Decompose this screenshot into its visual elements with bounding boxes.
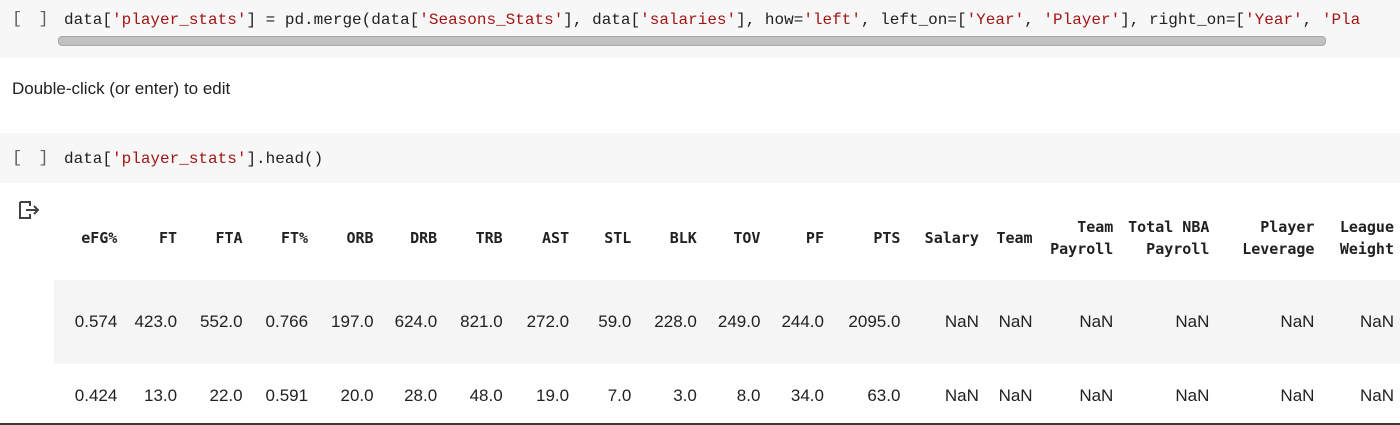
- dataframe-table: eFG% FT FTA FT% ORB DRB TRB AST STL BLK TOV PF PTS Sa…: [54, 196, 1400, 425]
- table-cell: 423.0: [123, 280, 184, 364]
- table-cell: 0.424: [74, 386, 118, 405]
- table-row: 0.424 13.0 22.0 0.591 20.0 28.0 48.0 19.0 7.0 3.0…: [54, 364, 1400, 425]
- column-header: STL: [604, 229, 632, 247]
- table-cell: 19.0: [536, 386, 570, 405]
- column-header: TOV: [733, 229, 761, 247]
- run-cell-button[interactable]: [ ]: [12, 10, 52, 29]
- table-cell: 8.0: [736, 386, 761, 405]
- column-header: FT: [159, 229, 178, 247]
- horizontal-scrollbar[interactable]: [58, 36, 1326, 46]
- code-string: 'player_stats': [112, 11, 247, 29]
- table-cell: 28.0: [404, 386, 438, 405]
- table-row: 0.574 423.0 552.0 0.766 197.0 624.0 821.0 272.0…: [54, 280, 1400, 364]
- code-token: ], right_on=[: [1120, 11, 1246, 29]
- code-string: 'Seasons_Stats': [419, 11, 564, 29]
- table-cell: NaN: [1119, 280, 1216, 364]
- table-cell: 63.0: [867, 386, 901, 405]
- table-cell: 624.0: [379, 280, 444, 364]
- run-cell-button[interactable]: [ ]: [12, 149, 52, 168]
- table-header-row: eFG% FT FTA FT% ORB DRB TRB AST STL BLK TOV PF PTS Sa…: [54, 196, 1400, 280]
- table-cell: 552.0: [183, 280, 249, 364]
- column-header: Total NBA Payroll: [1128, 218, 1210, 258]
- code-string: 'Year': [966, 11, 1025, 29]
- code-token: ,: [1024, 11, 1044, 29]
- table-cell: 34.0: [790, 386, 824, 405]
- table-cell: NaN: [944, 386, 979, 405]
- code-editor[interactable]: data['player_stats'] = pd.merge(data['Se…: [64, 11, 1360, 29]
- code-token: ,: [1302, 11, 1322, 29]
- column-header: TRB: [475, 229, 503, 247]
- code-cell-merge[interactable]: [ ] data['player_stats'] = pd.merge(data…: [0, 0, 1400, 58]
- code-token: data[: [64, 150, 113, 168]
- table-cell: 2095.0: [829, 280, 907, 364]
- column-header: eFG%: [81, 229, 118, 247]
- column-header: FTA: [215, 229, 243, 247]
- column-header: ORB: [346, 229, 374, 247]
- code-token: ].head(): [246, 150, 324, 168]
- column-header: PTS: [873, 229, 901, 247]
- code-token: ], data[: [563, 11, 641, 29]
- code-cell-head[interactable]: [ ] data['player_stats'].head(): [0, 133, 1400, 183]
- code-token: , left_on=[: [860, 11, 967, 29]
- table-cell: 3.0: [673, 386, 697, 405]
- column-header: League Weight: [1339, 218, 1394, 258]
- table-cell: 59.0: [575, 280, 638, 364]
- column-header: PF: [805, 229, 824, 247]
- code-string: 'Player': [1043, 11, 1121, 29]
- code-string: 'salaries': [640, 11, 737, 29]
- code-editor[interactable]: data['player_stats'].head(): [64, 150, 323, 168]
- table-cell: NaN: [1038, 280, 1120, 364]
- table-cell: 249.0: [702, 280, 767, 364]
- table-cell: 0.574: [54, 280, 124, 364]
- table-cell: 0.591: [265, 386, 309, 405]
- column-header: Salary: [924, 229, 979, 247]
- table-cell: NaN: [906, 280, 985, 364]
- code-string: 'left': [803, 11, 861, 29]
- column-header: DRB: [410, 229, 438, 247]
- table-cell: 244.0: [766, 280, 830, 364]
- code-string: 'player_stats': [112, 150, 247, 168]
- table-cell: NaN: [1215, 280, 1321, 364]
- table-cell: 22.0: [209, 386, 243, 405]
- table-cell: NaN: [984, 280, 1039, 364]
- table-cell: 821.0: [443, 280, 509, 364]
- code-token: ], how=: [736, 11, 804, 29]
- column-header: FT%: [280, 229, 309, 247]
- table-cell: NaN: [998, 386, 1033, 405]
- table-cell: NaN: [1320, 280, 1400, 364]
- output-table-container[interactable]: eFG% FT FTA FT% ORB DRB TRB AST STL BLK TOV PF PTS Sa…: [54, 196, 1400, 425]
- code-token: data[: [64, 11, 113, 29]
- output-arrow-icon[interactable]: [18, 200, 40, 220]
- table-cell: NaN: [1359, 386, 1394, 405]
- column-header: Team: [996, 229, 1033, 247]
- table-cell: 20.0: [340, 386, 374, 405]
- column-header: BLK: [669, 229, 697, 247]
- table-cell: 0.766: [248, 280, 315, 364]
- table-cell: 7.0: [607, 386, 632, 405]
- text-cell[interactable]: Double-click (or enter) to edit: [12, 79, 230, 99]
- table-cell: NaN: [1175, 386, 1210, 405]
- code-token: ] = pd.merge(data[: [246, 11, 420, 29]
- column-header: Team Payroll: [1050, 218, 1114, 258]
- code-string: 'Year': [1245, 11, 1303, 29]
- code-string: 'Player: [1321, 11, 1360, 29]
- table-cell: 197.0: [314, 280, 380, 364]
- table-cell: 228.0: [637, 280, 703, 364]
- table-cell: 272.0: [508, 280, 576, 364]
- column-header: Player Leverage: [1242, 218, 1315, 258]
- column-header: AST: [542, 229, 570, 247]
- table-cell: NaN: [1079, 386, 1114, 405]
- table-cell: 48.0: [469, 386, 503, 405]
- table-cell: 13.0: [143, 386, 178, 405]
- table-cell: NaN: [1280, 386, 1315, 405]
